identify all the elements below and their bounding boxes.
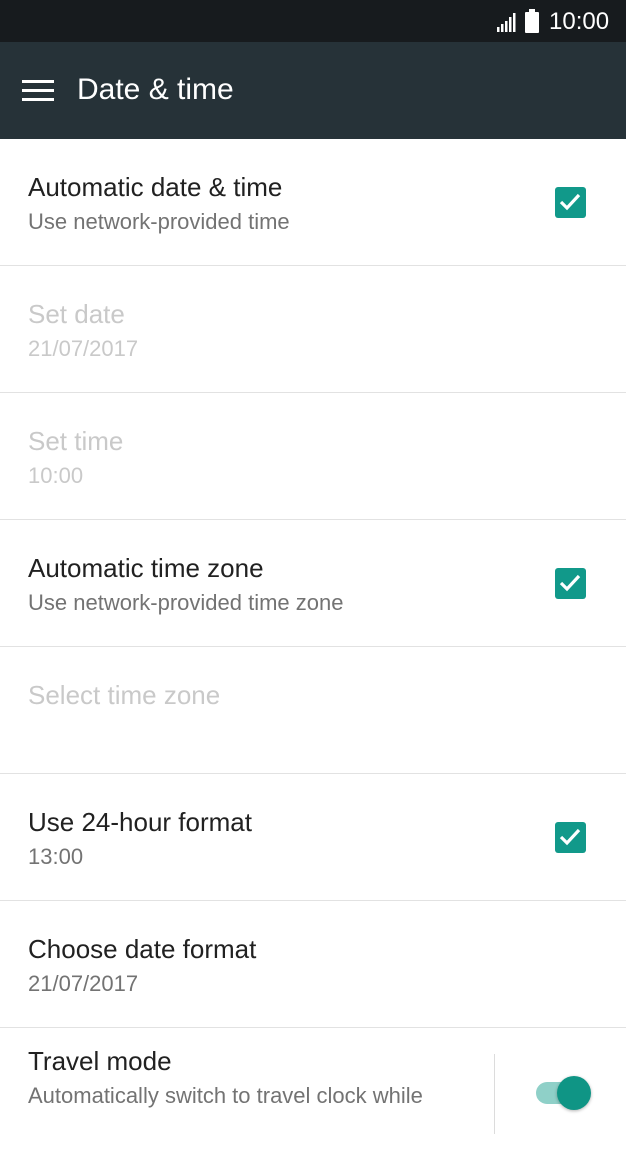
travel-mode-toggle-thumb[interactable] xyxy=(557,1076,591,1110)
use-24-hour-example: 13:00 xyxy=(28,844,84,869)
automatic-date-time-title: Automatic date & time xyxy=(28,172,283,202)
vertical-divider xyxy=(494,1054,495,1134)
checkmark-icon xyxy=(559,193,581,211)
set-time-row[interactable]: Set time 10:00 xyxy=(0,393,626,520)
date-format-row[interactable]: Choose date format 21/07/2017 xyxy=(0,901,626,1028)
page-title: Date & time xyxy=(77,73,234,106)
date-format-title: Choose date format xyxy=(28,934,257,964)
travel-mode-subtitle: Automatically switch to travel clock whi… xyxy=(28,1083,423,1108)
date-format-example: 21/07/2017 xyxy=(28,971,139,996)
use-24-hour-row[interactable]: Use 24-hour format 13:00 xyxy=(0,774,626,901)
select-time-zone-row[interactable]: Select time zone xyxy=(0,647,626,774)
automatic-date-time-checkbox[interactable] xyxy=(555,187,586,218)
set-time-value: 10:00 xyxy=(28,463,84,488)
set-date-value: 21/07/2017 xyxy=(28,336,139,361)
travel-mode-title: Travel mode xyxy=(28,1046,172,1076)
automatic-time-zone-row[interactable]: Automatic time zone Use network-provided… xyxy=(0,520,626,647)
automatic-date-time-row[interactable]: Automatic date & time Use network-provid… xyxy=(0,139,626,266)
checkmark-icon xyxy=(559,828,581,846)
use-24-hour-checkbox[interactable] xyxy=(555,822,586,853)
automatic-time-zone-title: Automatic time zone xyxy=(28,553,264,583)
automatic-date-time-subtitle: Use network-provided time xyxy=(28,209,290,234)
set-time-title: Set time xyxy=(28,426,124,456)
select-time-zone-title: Select time zone xyxy=(28,680,221,710)
battery-icon xyxy=(525,9,539,33)
signal-icon xyxy=(497,13,516,32)
automatic-time-zone-subtitle: Use network-provided time zone xyxy=(28,590,344,615)
use-24-hour-title: Use 24-hour format xyxy=(28,807,252,837)
automatic-time-zone-checkbox[interactable] xyxy=(555,568,586,599)
set-date-row[interactable]: Set date 21/07/2017 xyxy=(0,266,626,393)
menu-icon[interactable] xyxy=(22,80,54,102)
checkmark-icon xyxy=(559,574,581,592)
app-bar: Date & time xyxy=(0,42,626,139)
travel-mode-row[interactable]: Travel mode Automatically switch to trav… xyxy=(0,1028,626,1155)
status-bar: 10:00 xyxy=(0,0,626,42)
set-date-title: Set date xyxy=(28,299,125,329)
status-time: 10:00 xyxy=(549,8,610,35)
